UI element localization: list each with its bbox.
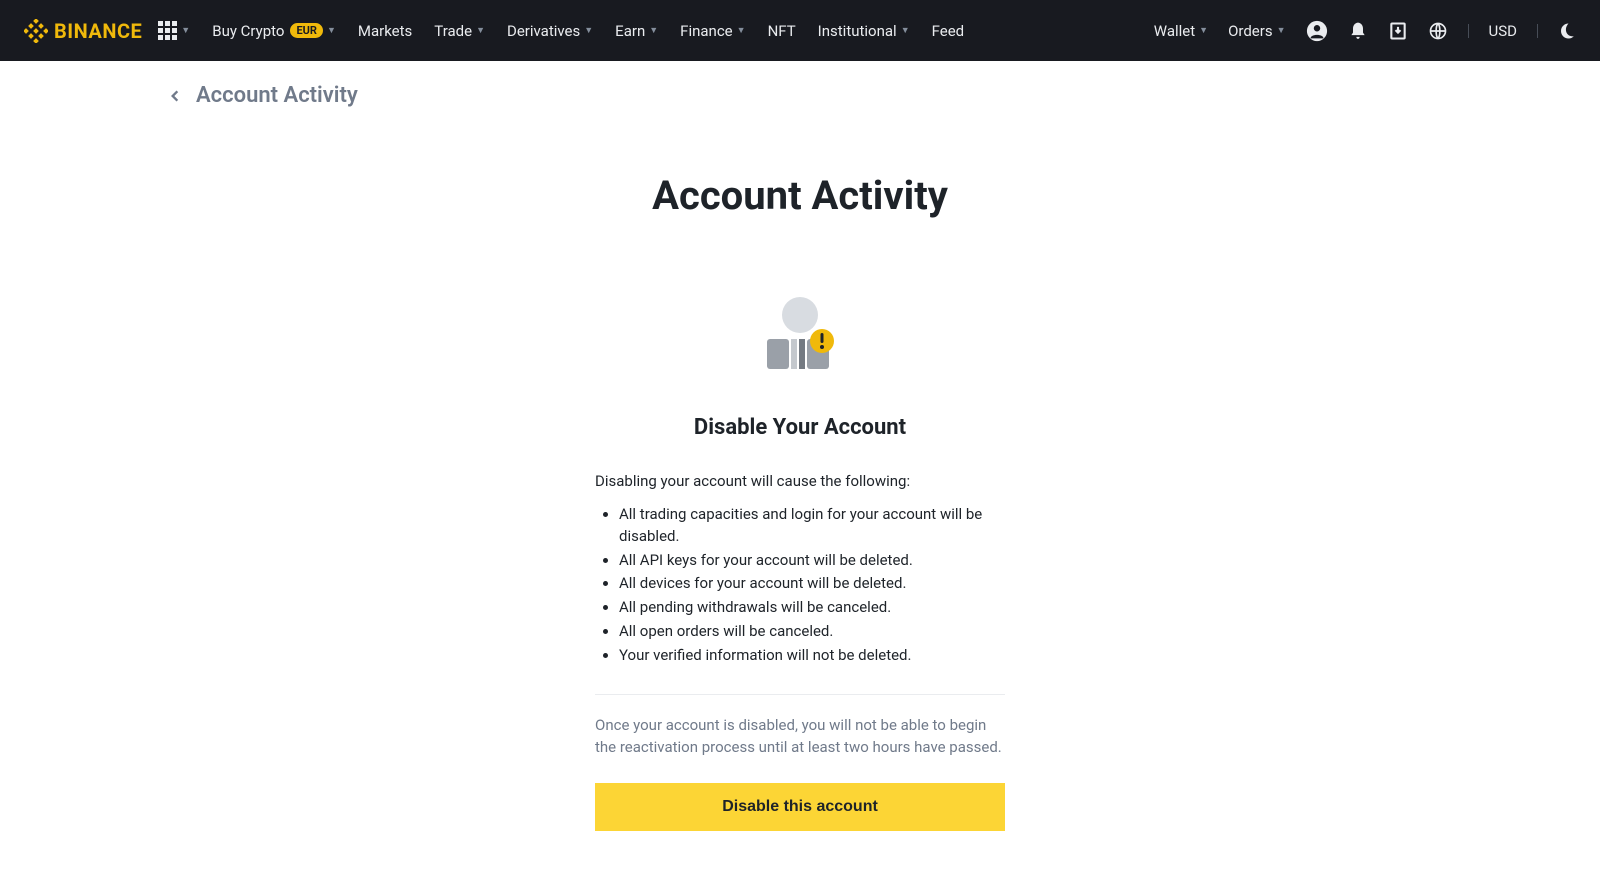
nav-label: Orders [1228, 22, 1273, 40]
list-item: All pending withdrawals will be canceled… [619, 597, 1005, 619]
nav-feed[interactable]: Feed [932, 22, 965, 40]
page-title: Account Activity [0, 172, 1600, 219]
nav-markets[interactable]: Markets [358, 22, 412, 40]
nav-label: Institutional [818, 22, 897, 40]
brand-logo[interactable]: BINANCE [24, 19, 142, 43]
breadcrumb-title: Account Activity [196, 83, 358, 108]
warning-text: Once your account is disabled, you will … [595, 715, 1005, 759]
apps-menu[interactable]: ▼ [158, 21, 190, 40]
consequences-list: All trading capacities and login for you… [595, 504, 1005, 666]
chevron-down-icon: ▼ [1199, 25, 1208, 36]
list-item: All API keys for your account will be de… [619, 550, 1005, 572]
nav-label: Trade [434, 22, 472, 40]
page-body: Account Activity Account Activity Disabl… [0, 61, 1600, 871]
chevron-down-icon: ▼ [649, 25, 658, 36]
top-navigation: BINANCE ▼ Buy Crypto EUR ▼ Markets Trade… [0, 0, 1600, 61]
nav-orders[interactable]: Orders ▼ [1228, 22, 1285, 40]
globe-icon[interactable] [1428, 21, 1448, 41]
nav-buy-crypto[interactable]: Buy Crypto EUR ▼ [212, 22, 336, 40]
eur-badge: EUR [290, 23, 323, 38]
nav-label: Earn [615, 22, 645, 40]
nav-label: Markets [358, 22, 412, 40]
list-item: Your verified information will not be de… [619, 645, 1005, 667]
list-item: All open orders will be canceled. [619, 621, 1005, 643]
section-heading: Disable Your Account [595, 415, 1005, 440]
list-item: All devices for your account will be del… [619, 573, 1005, 595]
nav-label: Feed [932, 22, 965, 40]
nav-trade[interactable]: Trade ▼ [434, 22, 485, 40]
chevron-down-icon: ▼ [737, 25, 746, 36]
nav-label: Finance [680, 22, 732, 40]
currency-selector[interactable]: USD [1489, 22, 1517, 40]
nav-nft[interactable]: NFT [768, 22, 796, 40]
brand-text: BINANCE [54, 19, 142, 43]
nav-label: NFT [768, 22, 796, 40]
profile-icon[interactable] [1306, 20, 1328, 42]
disable-account-button[interactable]: Disable this account [595, 783, 1005, 831]
divider [595, 694, 1005, 695]
divider [1537, 24, 1538, 38]
theme-toggle-icon[interactable] [1558, 22, 1576, 40]
nav-label: Buy Crypto [212, 22, 284, 40]
nav-left-group: ▼ Buy Crypto EUR ▼ Markets Trade ▼ Deriv… [158, 21, 964, 40]
notifications-icon[interactable] [1348, 21, 1368, 41]
nav-label: Wallet [1154, 22, 1195, 40]
chevron-down-icon: ▼ [1277, 25, 1286, 36]
back-chevron-icon[interactable] [168, 84, 182, 108]
nav-wallet[interactable]: Wallet ▼ [1154, 22, 1208, 40]
list-item: All trading capacities and login for you… [619, 504, 1005, 548]
nav-derivatives[interactable]: Derivatives ▼ [507, 22, 593, 40]
intro-text: Disabling your account will cause the fo… [595, 472, 1005, 490]
chevron-down-icon: ▼ [476, 25, 485, 36]
nav-earn[interactable]: Earn ▼ [615, 22, 658, 40]
nav-finance[interactable]: Finance ▼ [680, 22, 745, 40]
disable-account-illustration [0, 291, 1600, 381]
chevron-down-icon: ▼ [181, 25, 190, 36]
chevron-down-icon: ▼ [901, 25, 910, 36]
chevron-down-icon: ▼ [327, 25, 336, 36]
disable-account-card: Disable Your Account Disabling your acco… [595, 415, 1005, 831]
download-icon[interactable] [1388, 21, 1408, 41]
nav-institutional[interactable]: Institutional ▼ [818, 22, 910, 40]
nav-label: Derivatives [507, 22, 580, 40]
apps-grid-icon [158, 21, 177, 40]
nav-right-group: Wallet ▼ Orders ▼ USD [1154, 20, 1576, 42]
breadcrumb: Account Activity [0, 61, 1600, 108]
divider [1468, 24, 1469, 38]
chevron-down-icon: ▼ [584, 25, 593, 36]
binance-logo-icon [24, 19, 48, 43]
